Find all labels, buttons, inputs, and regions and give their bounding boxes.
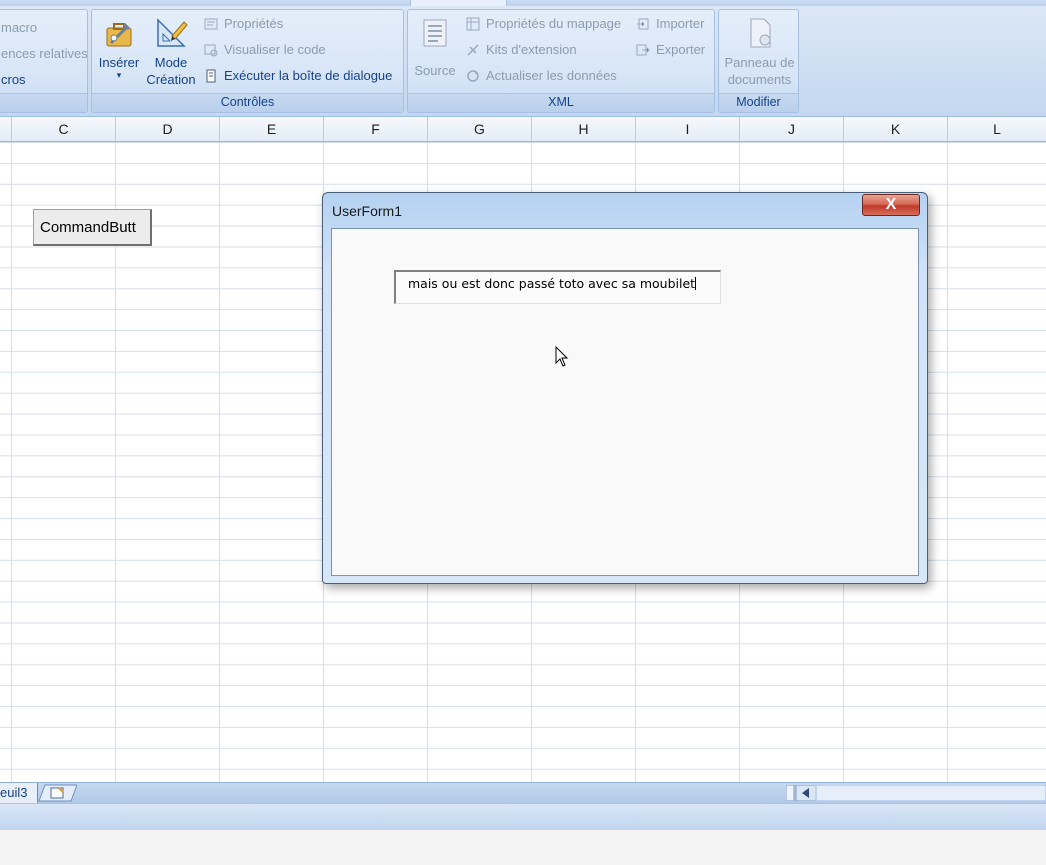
map-properties-icon <box>466 17 480 30</box>
column-header-f[interactable]: F <box>324 117 428 141</box>
run-dialog-item[interactable]: Exécuter la boîte de dialogue <box>204 68 392 83</box>
text-box[interactable]: mais ou est donc passé toto avec sa moub… <box>394 270 721 304</box>
mouse-cursor-icon <box>555 346 569 367</box>
column-header-i[interactable]: I <box>636 117 740 141</box>
refresh-data-icon <box>467 69 479 82</box>
export-item[interactable]: Exporter <box>636 42 705 57</box>
column-header-j[interactable]: J <box>740 117 844 141</box>
source-label: Source <box>414 63 456 78</box>
grid-line <box>11 142 12 782</box>
column-header-d[interactable]: D <box>116 117 220 141</box>
design-mode-label-1: Mode <box>154 55 188 70</box>
record-macro-label: macro <box>1 20 38 35</box>
document-panel-label-1: Panneau de <box>724 55 795 70</box>
column-header-c[interactable]: C <box>12 117 116 141</box>
design-mode-label-2: Création <box>146 72 196 87</box>
userform-client-area[interactable]: mais ou est donc passé toto avec sa moub… <box>331 228 919 576</box>
refresh-data-item[interactable]: Actualiser les données <box>466 68 617 83</box>
refresh-data-label: Actualiser les données <box>486 68 617 83</box>
design-mode-button[interactable]: Mode Création <box>144 16 198 88</box>
controls-group-label: Contrôles <box>220 95 275 109</box>
map-properties-item[interactable]: Propriétés du mappage <box>466 16 621 31</box>
xml-group: Source Propriétés du mappage Kits d'exte… <box>407 9 715 113</box>
dialog-title: UserForm1 <box>332 203 403 219</box>
controls-group: Insérer ▾ Mode Création Propriétés Visua… <box>91 9 404 113</box>
modify-group: Panneau de documents Modifier <box>718 9 799 113</box>
export-label: Exporter <box>656 42 706 57</box>
insert-button[interactable]: Insérer ▾ <box>96 16 142 80</box>
macros-group-label-bar <box>0 93 87 112</box>
modify-group-label: Modifier <box>736 95 781 109</box>
macros-group: macro ences relatives cros <box>0 9 88 113</box>
column-header-g[interactable]: G <box>428 117 532 141</box>
column-header-l[interactable]: L <box>948 117 1046 141</box>
xml-source-icon <box>423 19 447 47</box>
text-box-value: mais ou est donc passé toto avec sa moub… <box>408 276 696 291</box>
record-macro-item[interactable]: macro <box>1 20 37 35</box>
properties-item[interactable]: Propriétés <box>204 16 283 31</box>
macro-security-item[interactable]: cros <box>1 72 26 87</box>
import-icon <box>637 18 649 29</box>
properties-label: Propriétés <box>224 16 284 31</box>
insert-label: Insérer <box>98 55 140 70</box>
sheet-tab-feuil3[interactable]: euil3 <box>0 783 38 803</box>
import-item[interactable]: Importer <box>636 16 704 31</box>
close-icon: X <box>885 196 897 213</box>
toolbox-icon <box>106 22 132 47</box>
expansion-packs-item[interactable]: Kits d'extension <box>466 42 577 57</box>
view-code-label: Visualiser le code <box>224 42 326 57</box>
document-panel-button[interactable]: Panneau de documents <box>721 16 798 88</box>
export-icon <box>636 44 650 55</box>
ribbon: macro ences relatives cros Insérer ▾ Mod… <box>0 6 1046 117</box>
view-code-item[interactable]: Visualiser le code <box>204 42 326 57</box>
relative-references-label: ences relatives <box>1 46 88 61</box>
userform-dialog[interactable]: UserForm1 X mais ou est donc passé toto … <box>322 192 928 584</box>
relative-references-item[interactable]: ences relatives <box>1 46 88 61</box>
run-dialog-icon <box>206 69 216 82</box>
ruler-pencil-icon <box>157 18 188 47</box>
import-label: Importer <box>656 16 705 31</box>
close-button[interactable]: X <box>862 194 920 216</box>
column-header-e[interactable]: E <box>220 117 324 141</box>
column-header-h[interactable]: H <box>532 117 636 141</box>
sheet-tab-bar: euil3 <box>0 782 1046 804</box>
grid-line <box>947 142 948 782</box>
column-headers: C D E F G H I J K L <box>0 117 1046 142</box>
status-bar <box>0 803 1046 830</box>
xml-group-label: XML <box>548 95 574 109</box>
column-header-k[interactable]: K <box>844 117 948 141</box>
expansion-packs-icon <box>467 43 479 56</box>
taskbar-area <box>0 829 1046 865</box>
map-properties-label: Propriétés du mappage <box>486 16 622 31</box>
column-header-b[interactable] <box>0 117 12 141</box>
document-panel-label-2: documents <box>727 72 792 87</box>
macro-security-label: cros <box>1 72 26 87</box>
horizontal-scrollbar[interactable] <box>786 785 1046 801</box>
view-code-icon <box>204 44 218 56</box>
properties-icon <box>204 18 218 29</box>
text-caret <box>695 277 697 290</box>
insert-dropdown-arrow: ▾ <box>116 70 122 80</box>
source-button[interactable]: Source <box>410 16 460 79</box>
run-dialog-label: Exécuter la boîte de dialogue <box>224 68 393 83</box>
insert-sheet-icon[interactable] <box>37 784 77 802</box>
command-button[interactable]: CommandButt <box>33 209 152 246</box>
expansion-packs-label: Kits d'extension <box>486 42 577 57</box>
grid-line <box>219 142 220 782</box>
document-panel-icon <box>750 18 770 48</box>
